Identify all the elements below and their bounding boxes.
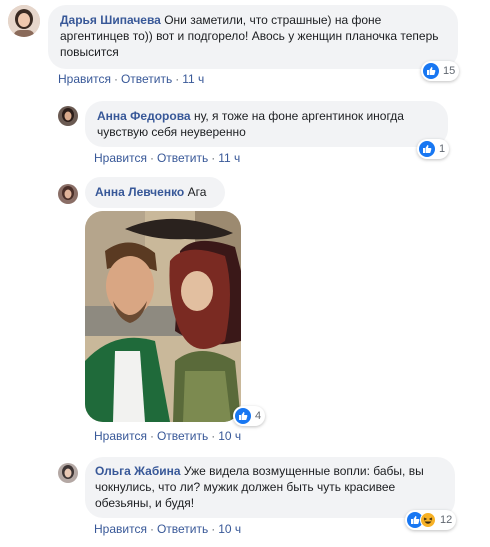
comment-author[interactable]: Дарья Шипачева xyxy=(60,13,161,27)
avatar[interactable] xyxy=(8,5,40,37)
reply-link[interactable]: Ответить xyxy=(157,151,208,165)
comment-author[interactable]: Анна Федорова xyxy=(97,109,191,123)
avatar[interactable] xyxy=(58,463,78,483)
comment-photo[interactable] xyxy=(85,211,241,422)
separator: · xyxy=(113,72,118,86)
like-link[interactable]: Нравится xyxy=(94,151,147,165)
reaction-summary[interactable]: 1 xyxy=(417,139,450,159)
reply-link[interactable]: Ответить xyxy=(157,522,208,536)
comment-bubble: Ольга Жабина Уже видела возмущенные вопл… xyxy=(85,457,455,518)
haha-icon xyxy=(420,512,436,528)
like-icon xyxy=(235,408,251,424)
reaction-summary[interactable]: 15 xyxy=(421,61,460,81)
comment-text: Ага xyxy=(187,185,207,199)
timestamp[interactable]: 10 ч xyxy=(218,429,241,443)
reaction-summary[interactable]: 12 xyxy=(405,510,457,530)
separator: · xyxy=(211,429,216,443)
comment-actions: Нравится · Ответить · 10 ч xyxy=(94,429,241,443)
comment-bubble: Анна Левченко Ага xyxy=(85,177,225,208)
reply-link[interactable]: Ответить xyxy=(121,72,172,86)
separator: · xyxy=(149,151,154,165)
comment-author[interactable]: Анна Левченко xyxy=(95,185,184,199)
avatar[interactable] xyxy=(58,106,78,126)
reply-link[interactable]: Ответить xyxy=(157,429,208,443)
like-icon xyxy=(419,141,435,157)
reaction-count: 12 xyxy=(440,514,453,526)
reaction-count: 1 xyxy=(439,143,446,155)
separator: · xyxy=(175,72,180,86)
avatar[interactable] xyxy=(58,184,78,204)
comment-bubble: Анна Федорова ну, я тоже на фоне аргенти… xyxy=(85,101,448,147)
reaction-summary[interactable]: 4 xyxy=(233,406,266,426)
comment-actions: Нравится · Ответить · 11 ч xyxy=(58,72,204,86)
like-icon xyxy=(423,63,439,79)
timestamp[interactable]: 10 ч xyxy=(218,522,241,536)
like-link[interactable]: Нравится xyxy=(94,522,147,536)
reaction-count: 4 xyxy=(255,410,262,422)
separator: · xyxy=(149,522,154,536)
separator: · xyxy=(149,429,154,443)
like-link[interactable]: Нравится xyxy=(58,72,111,86)
timestamp[interactable]: 11 ч xyxy=(218,151,240,165)
comment-actions: Нравится · Ответить · 11 ч xyxy=(94,151,240,165)
timestamp[interactable]: 11 ч xyxy=(182,72,204,86)
separator: · xyxy=(211,151,216,165)
comment-author[interactable]: Ольга Жабина xyxy=(95,464,181,478)
separator: · xyxy=(211,522,216,536)
reaction-count: 15 xyxy=(443,65,456,77)
comment-actions: Нравится · Ответить · 10 ч xyxy=(94,522,241,536)
comment-bubble: Дарья Шипачева Они заметили, что страшны… xyxy=(48,5,458,69)
like-link[interactable]: Нравится xyxy=(94,429,147,443)
